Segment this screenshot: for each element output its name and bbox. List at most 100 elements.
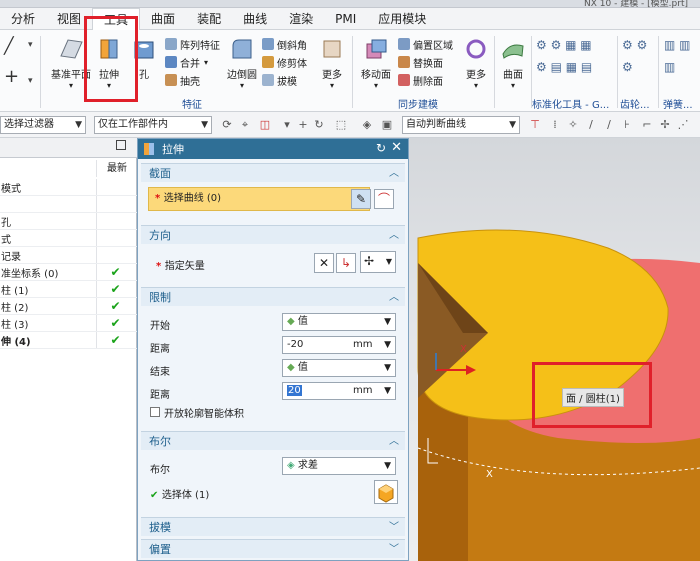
more-features-button[interactable]: 更多 ▾: [318, 36, 346, 90]
face-filter-icon[interactable]: ▣: [380, 118, 394, 132]
line-icon[interactable]: ╱: [4, 36, 14, 55]
surface-button[interactable]: 曲面 ▾: [498, 36, 528, 90]
maximize-icon[interactable]: [116, 140, 126, 150]
menu-curve[interactable]: 曲线: [232, 8, 278, 30]
snap-end-icon[interactable]: ⋰: [676, 118, 690, 132]
snap-icon[interactable]: ⟳: [220, 118, 234, 132]
vector-dialog-button[interactable]: ↳: [336, 253, 356, 273]
reset-icon[interactable]: ↻: [376, 141, 386, 155]
snap-endpoint-icon[interactable]: ⊤: [528, 118, 542, 132]
shell-button[interactable]: 抽壳: [165, 72, 200, 88]
close-icon[interactable]: ✕: [391, 140, 402, 155]
section-header-boolean[interactable]: 布尔 ︿: [141, 431, 405, 450]
snap-grid-icon[interactable]: ⁞: [548, 118, 562, 132]
delete-face-icon: [398, 74, 410, 86]
navigator-row[interactable]: 柱 (3) ✔: [0, 315, 137, 332]
navigator-row[interactable]: 伸 (4) ✔: [0, 332, 137, 349]
edge-blend-button[interactable]: 边倒圆 ▾: [222, 36, 262, 90]
graphics-viewport[interactable]: X X 面 / 圆柱(1): [408, 138, 700, 561]
navigator-row[interactable]: 柱 (1) ✔: [0, 281, 137, 298]
chevron-down-icon[interactable]: ▾: [280, 118, 294, 132]
end-type-dropdown[interactable]: ◆ 值 ▼: [282, 359, 396, 377]
std-tool-icon[interactable]: ⚙ ▤ ▦ ▤: [536, 60, 592, 74]
navigator-row[interactable]: 柱 (2) ✔: [0, 298, 137, 315]
curve-rule-dropdown[interactable]: 自动判断曲线 ▼: [402, 116, 520, 134]
spring-icon[interactable]: ▥ ▥: [664, 38, 691, 52]
status-cell: [96, 230, 134, 246]
draft-button[interactable]: 拔模: [262, 72, 297, 88]
start-distance-input[interactable]: -20 mm ▼: [282, 336, 396, 354]
chevron-down-icon[interactable]: ▾: [28, 76, 33, 86]
snap-cross-icon[interactable]: ✢: [658, 118, 672, 132]
navigator-row[interactable]: 式: [0, 230, 137, 247]
more-sync-button[interactable]: 更多 ▾: [462, 36, 490, 90]
end-type-value: 值: [297, 362, 308, 373]
menu-applications[interactable]: 应用模块: [367, 8, 437, 30]
pattern-feature-button[interactable]: 阵列特征: [165, 36, 220, 52]
plus-icon[interactable]: +: [296, 118, 310, 132]
start-type-dropdown[interactable]: ◆ 值 ▼: [282, 313, 396, 331]
reverse-icon: ✕: [318, 256, 330, 270]
section-header-limits[interactable]: 限制 ︿: [141, 287, 405, 306]
menu-analysis[interactable]: 分析: [0, 8, 46, 30]
navigator-row[interactable]: [0, 196, 137, 213]
menu-pmi[interactable]: PMI: [324, 8, 367, 30]
select-icon[interactable]: ⌖: [238, 118, 252, 132]
gear-icon[interactable]: ⚙ ⚙: [622, 38, 647, 52]
check-icon: ✔: [96, 281, 134, 297]
point-icon[interactable]: +: [4, 66, 19, 87]
sync-icon[interactable]: ↻: [312, 118, 326, 132]
more-label: 更多: [322, 70, 342, 81]
select-body-button[interactable]: [374, 480, 398, 504]
replace-face-button[interactable]: 替换面: [398, 54, 443, 70]
navigator-row[interactable]: 准坐标系 (0) ✔: [0, 264, 137, 281]
subtract-icon: ◈: [287, 460, 298, 471]
selection-filter-value: 选择过滤器: [4, 119, 54, 130]
start-type-value: 值: [297, 316, 308, 327]
rectangle-select-icon[interactable]: ⬚: [334, 118, 348, 132]
chevron-down-icon: ▼: [509, 120, 516, 130]
vector-icon: ↳: [340, 256, 352, 270]
unite-button[interactable]: 合并 ▾: [165, 54, 208, 70]
select-curve-row[interactable]: * 选择曲线 (0): [148, 187, 370, 211]
menu-surface[interactable]: 曲面: [140, 8, 186, 30]
end-distance-input[interactable]: 20 mm ▼: [282, 382, 396, 400]
dialog-title-bar: 拉伸 ↻ ✕: [138, 139, 408, 159]
group-gear-label: 齿轮...: [620, 100, 650, 111]
offset-region-button[interactable]: 偏置区域: [398, 36, 453, 52]
selection-filter-dropdown[interactable]: 选择过滤器 ▼: [0, 116, 86, 134]
menu-assembly[interactable]: 装配: [186, 8, 232, 30]
body-filter-icon[interactable]: ◈: [360, 118, 374, 132]
spring-icon[interactable]: ▥: [664, 60, 675, 74]
move-face-button[interactable]: 移动面 ▾: [358, 36, 394, 90]
navigator-row[interactable]: 记录: [0, 247, 137, 264]
reverse-direction-button[interactable]: ✕: [314, 253, 334, 273]
std-tool-icon[interactable]: ⚙ ⚙ ▦ ▦: [536, 38, 592, 52]
delete-face-button[interactable]: 删除面: [398, 72, 443, 88]
trim-body-button[interactable]: 修剪体: [262, 54, 307, 70]
navigator-row[interactable]: 模式: [0, 179, 137, 196]
curve-select-button[interactable]: ⌒: [374, 189, 394, 209]
section-header-offset[interactable]: 偏置 ﹀: [141, 539, 405, 558]
section-header-section[interactable]: 截面 ︿: [141, 163, 405, 182]
chamfer-button[interactable]: 倒斜角: [262, 36, 307, 52]
section-header-direction[interactable]: 方向 ︿: [141, 225, 405, 244]
chevron-down-icon[interactable]: ▾: [28, 40, 33, 50]
boolean-dropdown[interactable]: ◈ 求差 ▼: [282, 457, 396, 475]
snap-edge-icon[interactable]: ⌐: [640, 118, 654, 132]
gear-icon[interactable]: ⚙: [622, 60, 633, 74]
open-profile-checkbox[interactable]: [150, 407, 160, 417]
section-header-draft[interactable]: 拔模 ﹀: [141, 517, 405, 536]
snap-line-icon[interactable]: /: [584, 118, 598, 132]
curve-rule-value: 自动判断曲线: [406, 119, 466, 130]
select-all-icon[interactable]: ◫: [258, 118, 272, 132]
navigator-row[interactable]: 孔: [0, 213, 137, 230]
snap-point-icon[interactable]: ✧: [566, 118, 580, 132]
sketch-section-button[interactable]: ✎: [351, 189, 371, 209]
check-icon: ✔: [96, 315, 134, 331]
snap-curve-icon[interactable]: ∕: [602, 118, 616, 132]
selection-scope-dropdown[interactable]: 仅在工作部件内 ▼: [94, 116, 212, 134]
snap-mid-icon[interactable]: ⊦: [620, 118, 634, 132]
menu-render[interactable]: 渲染: [278, 8, 324, 30]
vector-type-dropdown[interactable]: ✢ ▼: [360, 251, 396, 273]
